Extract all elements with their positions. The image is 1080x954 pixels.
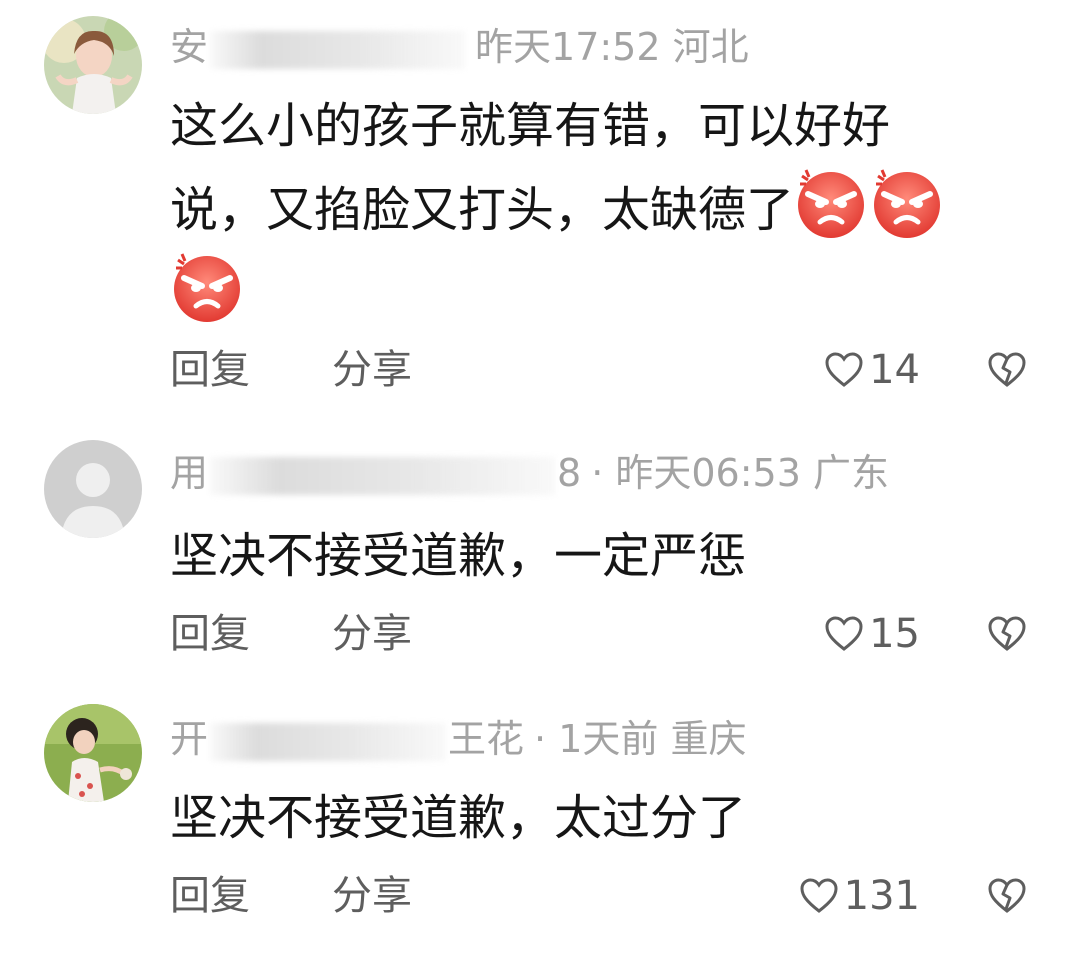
timestamp-location: 昨天17:52 河北: [475, 25, 749, 69]
share-button[interactable]: 分享: [332, 866, 412, 926]
angry-face-icon: [870, 166, 944, 240]
redacted-username: [210, 456, 556, 495]
avatar-photo-icon: [44, 16, 142, 114]
reply-button[interactable]: 回复: [170, 604, 250, 664]
comment-text: 坚决不接受道歉，太过分了: [170, 790, 747, 846]
comment-text: 这么小的孩子就算有错，可以好好 说，又掐脸又打头，太缺德了: [170, 86, 1030, 334]
comment-actions: 回复 分享 131: [0, 866, 1080, 926]
user-avatar[interactable]: [44, 704, 142, 802]
heart-icon: [825, 352, 863, 387]
like-button[interactable]: 131: [798, 866, 920, 926]
redacted-username: [210, 722, 447, 761]
share-button[interactable]: 分享: [332, 604, 412, 664]
like-button[interactable]: 14: [823, 340, 920, 400]
like-count: 14: [869, 347, 920, 393]
angry-face-icon: [794, 166, 868, 240]
comment-meta: 开 王花 · 1天前 重庆: [170, 714, 746, 764]
comment-1: 安 昨天17:52 河北 这么小的孩子就算有错，可以好好 说，又掐脸又打头，太缺德…: [0, 0, 1080, 410]
heart-icon: [800, 878, 838, 913]
like-count: 131: [843, 873, 920, 919]
reply-button[interactable]: 回复: [170, 866, 250, 926]
timestamp-location: · 1天前 重庆: [534, 717, 747, 761]
comment-text: 坚决不接受道歉，一定严惩: [170, 528, 747, 584]
heart-icon: [825, 616, 863, 651]
comment-3: 开 王花 · 1天前 重庆 坚决不接受道歉，太过分了 回复 分享 131: [0, 686, 1080, 954]
comment-text-line-2: 说，又掐脸又打头，太缺德了: [170, 166, 1030, 250]
reply-button[interactable]: 回复: [170, 340, 250, 400]
username[interactable]: 安: [170, 25, 208, 69]
like-count: 15: [869, 611, 920, 657]
default-user-icon: [44, 440, 142, 538]
share-button[interactable]: 分享: [332, 340, 412, 400]
comment-actions: 回复 分享 14: [0, 340, 1080, 400]
username[interactable]: 用: [170, 451, 208, 495]
username-suffix: 8: [557, 451, 582, 495]
comment-text-line-3: [170, 250, 1030, 334]
comment-actions: 回复 分享 15: [0, 604, 1080, 664]
like-button[interactable]: 15: [823, 604, 920, 664]
comment-2: 用 8 · 昨天06:53 广东 坚决不接受道歉，一定严惩 回复 分享 15: [0, 420, 1080, 680]
username-suffix: 王花: [448, 717, 525, 761]
dislike-broken-heart-icon[interactable]: [986, 875, 1028, 917]
user-avatar[interactable]: [44, 16, 142, 114]
angry-face-icon: [170, 250, 244, 324]
avatar-photo-icon: [44, 704, 142, 802]
dislike-broken-heart-icon[interactable]: [986, 349, 1028, 391]
user-avatar[interactable]: [44, 440, 142, 538]
comment-text-line-1: 这么小的孩子就算有错，可以好好: [170, 98, 891, 154]
username[interactable]: 开: [170, 717, 208, 761]
comment-meta: 用 8 · 昨天06:53 广东: [170, 448, 889, 498]
timestamp-location: · 昨天06:53 广东: [591, 451, 889, 495]
comment-meta: 安 昨天17:52 河北: [170, 22, 749, 72]
dislike-broken-heart-icon[interactable]: [986, 613, 1028, 655]
redacted-username: [210, 30, 466, 69]
